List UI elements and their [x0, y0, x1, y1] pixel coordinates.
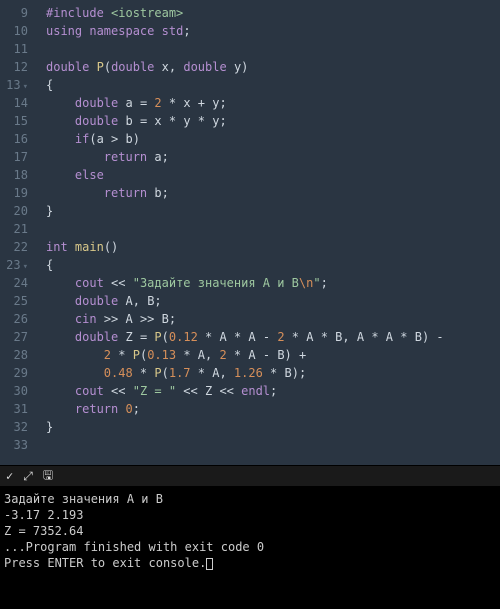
code-line[interactable]: #include <iostream>: [46, 4, 500, 22]
line-number: 18: [0, 166, 28, 184]
line-number: 15: [0, 112, 28, 130]
code-line[interactable]: else: [46, 166, 500, 184]
code-line[interactable]: using namespace std;: [46, 22, 500, 40]
code-line[interactable]: double A, B;: [46, 292, 500, 310]
code-line[interactable]: return 0;: [46, 400, 500, 418]
code-line[interactable]: cout << "Z = " << Z << endl;: [46, 382, 500, 400]
code-line[interactable]: if(a > b): [46, 130, 500, 148]
line-number: 28: [0, 346, 28, 364]
code-line[interactable]: [46, 220, 500, 238]
code-line[interactable]: double Z = P(0.12 * A * A - 2 * A * B, A…: [46, 328, 500, 346]
line-number: 20: [0, 202, 28, 220]
line-number: 31: [0, 400, 28, 418]
code-line[interactable]: [46, 436, 500, 454]
line-number: 14: [0, 94, 28, 112]
code-editor[interactable]: 9101112131415161718192021222324252627282…: [0, 0, 500, 465]
console-line: Press ENTER to exit console.: [4, 555, 496, 571]
console-line: Z = 7352.64: [4, 523, 496, 539]
expand-icon[interactable]: ⤢: [23, 469, 33, 484]
code-line[interactable]: {: [46, 256, 500, 274]
code-line[interactable]: 0.48 * P(1.7 * A, 1.26 * B);: [46, 364, 500, 382]
code-line[interactable]: 2 * P(0.13 * A, 2 * A - B) +: [46, 346, 500, 364]
code-line[interactable]: cin >> A >> B;: [46, 310, 500, 328]
check-icon[interactable]: ✓: [6, 469, 13, 483]
line-number: 12: [0, 58, 28, 76]
save-icon[interactable]: 🖫: [43, 466, 53, 487]
line-number: 16: [0, 130, 28, 148]
console-line: ...Program finished with exit code 0: [4, 539, 496, 555]
console-line: -3.17 2.193: [4, 507, 496, 523]
code-line[interactable]: {: [46, 76, 500, 94]
code-line[interactable]: [46, 40, 500, 58]
line-number: 10: [0, 22, 28, 40]
code-line[interactable]: }: [46, 202, 500, 220]
line-number: 33: [0, 436, 28, 454]
line-number: 21: [0, 220, 28, 238]
console-toolbar: ✓ ⤢ 🖫: [0, 465, 500, 487]
line-number: 27: [0, 328, 28, 346]
code-line[interactable]: double a = 2 * x + y;: [46, 94, 500, 112]
console-line: Задайте значения A и B: [4, 491, 496, 507]
console-cursor: [206, 558, 213, 570]
line-gutter: 9101112131415161718192021222324252627282…: [0, 0, 34, 465]
code-line[interactable]: return b;: [46, 184, 500, 202]
line-number: 29: [0, 364, 28, 382]
line-number: 23: [0, 256, 28, 274]
line-number: 22: [0, 238, 28, 256]
code-line[interactable]: return a;: [46, 148, 500, 166]
code-line[interactable]: cout << "Задайте значения A и B\n";: [46, 274, 500, 292]
console-output[interactable]: Задайте значения A и B-3.17 2.193Z = 735…: [0, 487, 500, 609]
line-number: 11: [0, 40, 28, 58]
line-number: 9: [0, 4, 28, 22]
code-line[interactable]: double P(double x, double y): [46, 58, 500, 76]
code-line[interactable]: }: [46, 418, 500, 436]
line-number: 25: [0, 292, 28, 310]
line-number: 13: [0, 76, 28, 94]
line-number: 19: [0, 184, 28, 202]
code-line[interactable]: int main(): [46, 238, 500, 256]
code-area[interactable]: #include <iostream>using namespace std; d…: [34, 0, 500, 465]
line-number: 26: [0, 310, 28, 328]
code-line[interactable]: double b = x * y * y;: [46, 112, 500, 130]
line-number: 24: [0, 274, 28, 292]
line-number: 30: [0, 382, 28, 400]
line-number: 17: [0, 148, 28, 166]
line-number: 32: [0, 418, 28, 436]
